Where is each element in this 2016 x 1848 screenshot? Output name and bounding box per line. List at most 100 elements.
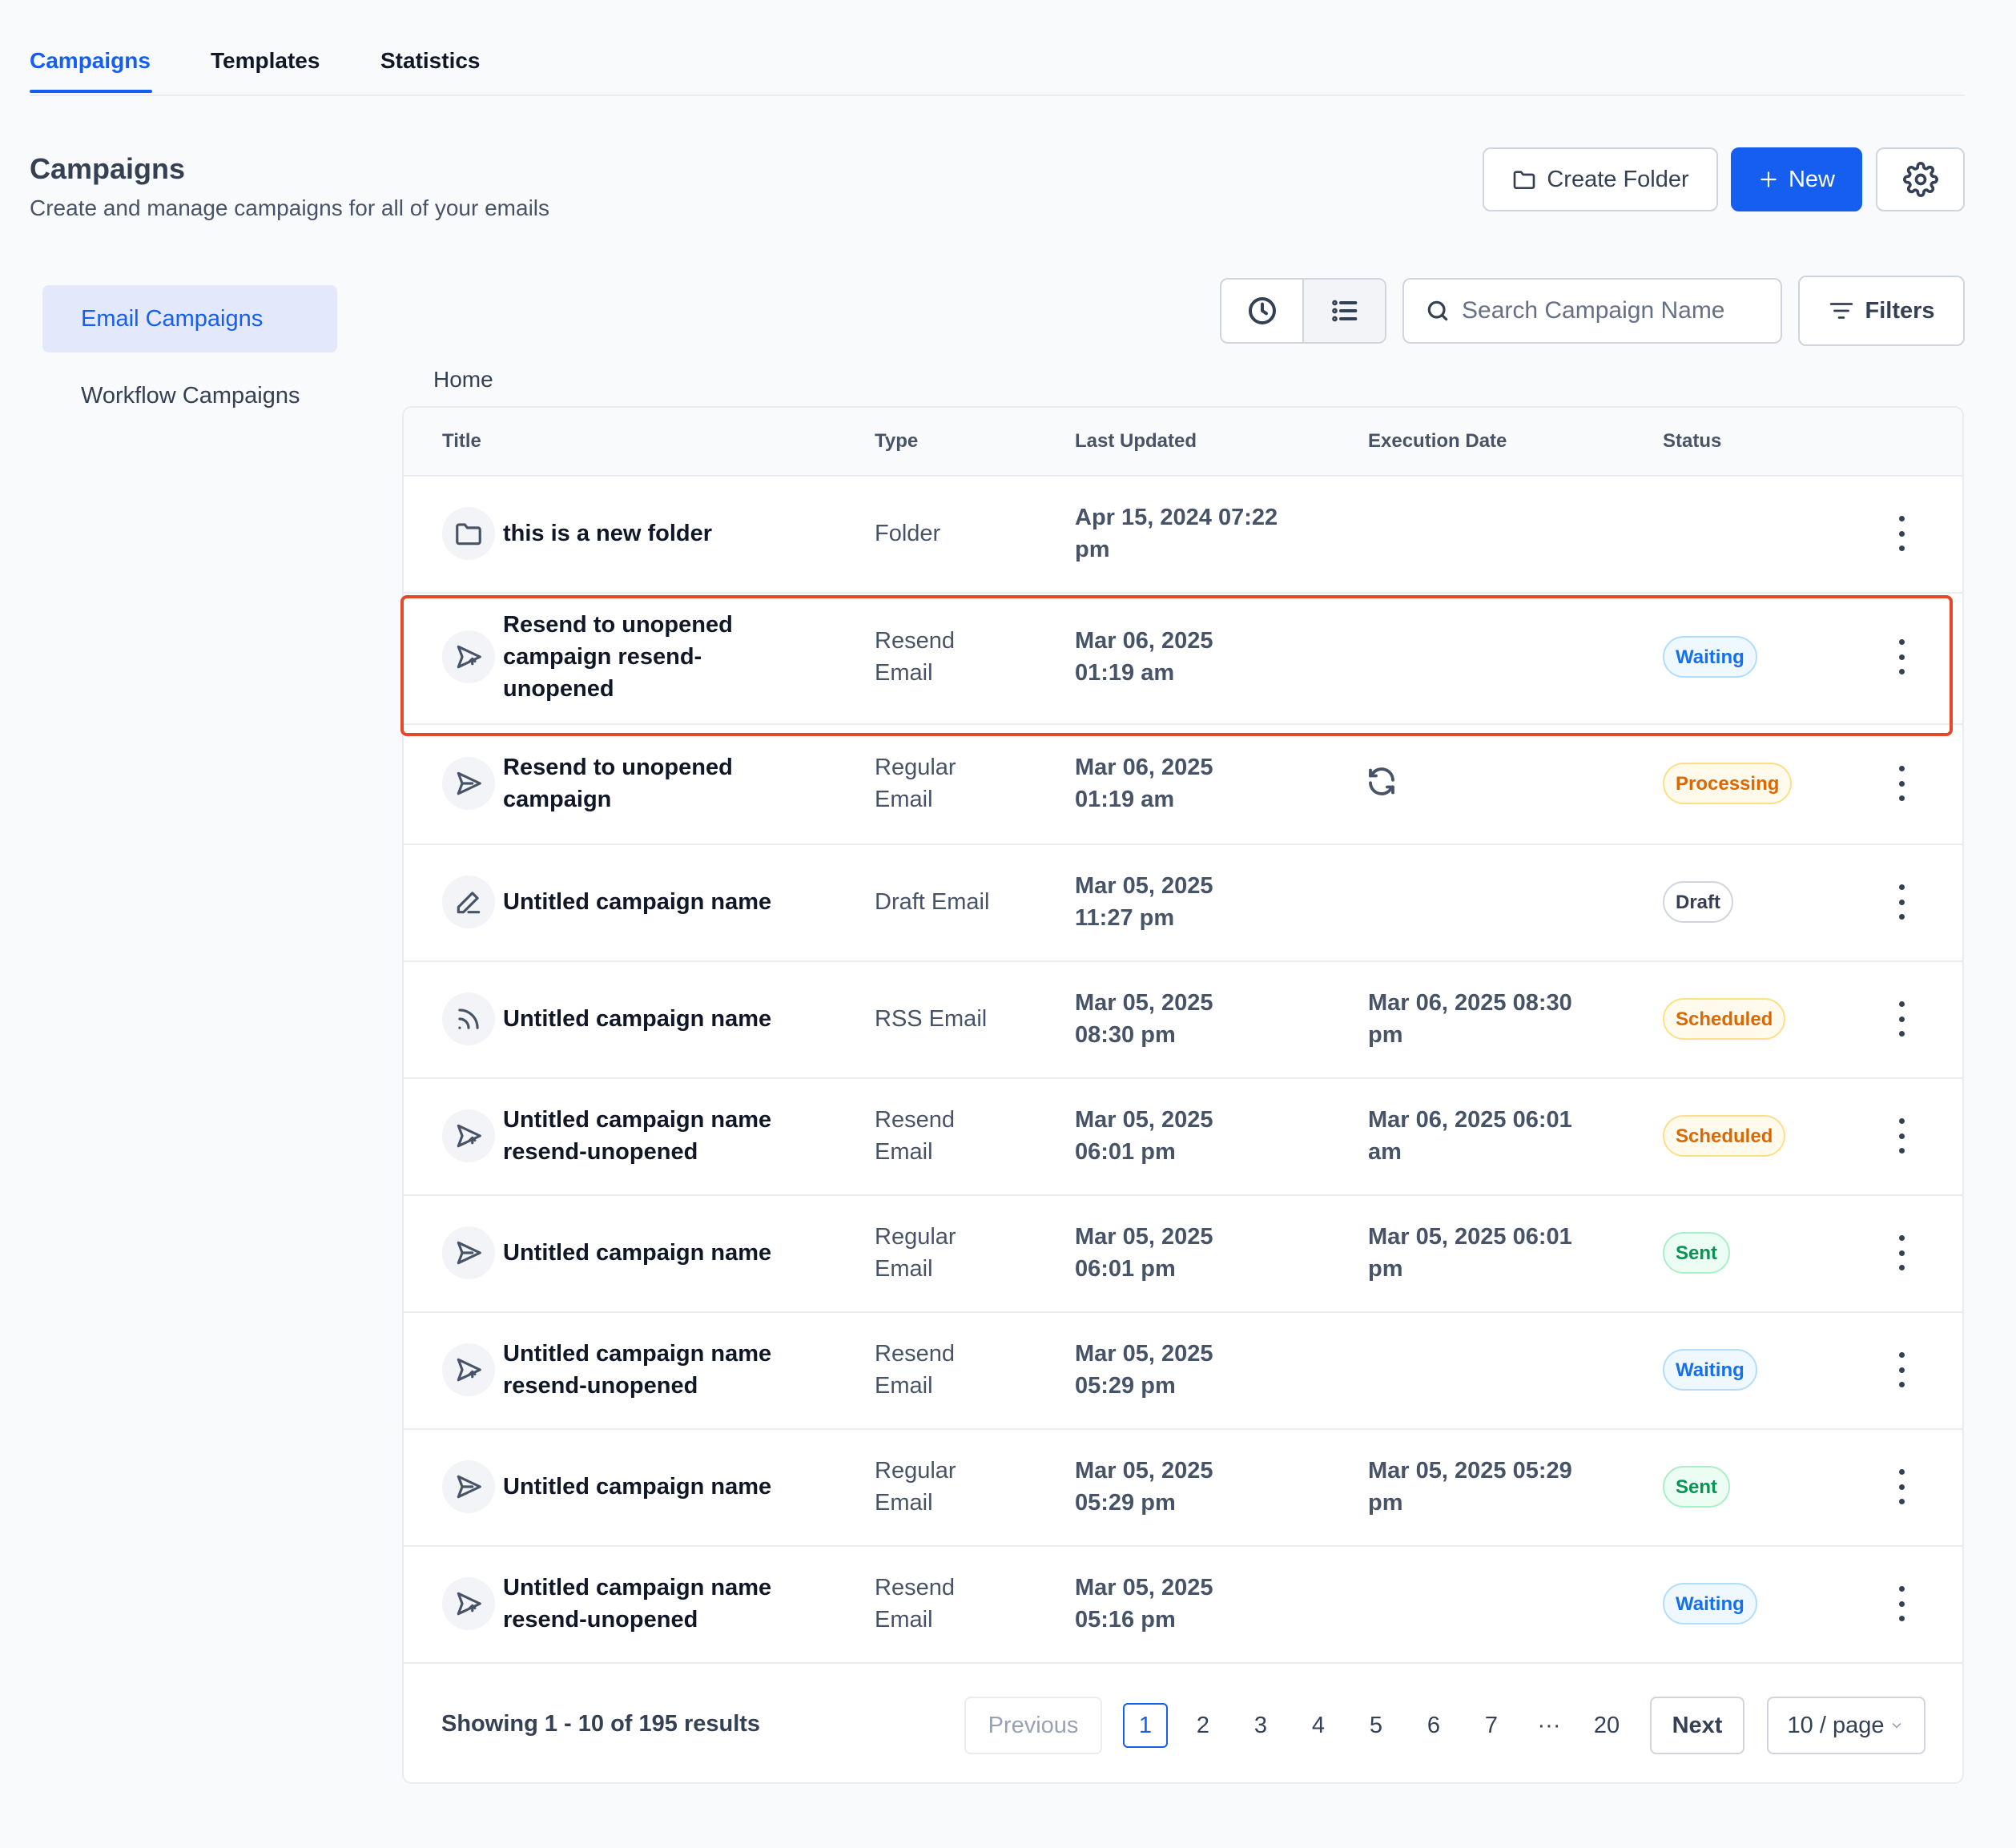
- page-size-select[interactable]: 10 / page: [1767, 1697, 1925, 1754]
- last-updated: Mar 05, 2025 05:16 pm: [1075, 1572, 1339, 1636]
- campaign-type-line: Regular: [875, 1224, 956, 1250]
- campaign-type-line: Regular: [875, 1458, 956, 1484]
- more-options-icon[interactable]: [1892, 639, 1911, 674]
- status-badge: Waiting: [1663, 1583, 1757, 1625]
- campaign-title-line: Resend to unopened: [503, 755, 733, 780]
- campaign-type-line: Resend: [875, 628, 955, 654]
- more-options-icon[interactable]: [1892, 1586, 1911, 1621]
- status-badge: Draft: [1663, 881, 1734, 923]
- campaign-type-line: Email: [875, 1139, 933, 1165]
- column-header-execution-date: Execution Date: [1368, 430, 1507, 452]
- tab-templates[interactable]: Templates: [211, 48, 320, 74]
- last-updated-line: 08:30 pm: [1075, 1022, 1176, 1048]
- table-row[interactable]: Untitled campaign name RSS Email Mar 05, 2…: [404, 960, 1962, 1079]
- tab-statistics[interactable]: Statistics: [380, 48, 481, 74]
- table-row[interactable]: Resend to unopened campaign resend-unopen…: [404, 590, 1962, 725]
- page-number-button[interactable]: 7: [1469, 1703, 1514, 1748]
- next-page-button[interactable]: Next: [1650, 1697, 1744, 1754]
- edit-icon: [442, 876, 495, 928]
- campaign-type-line: Email: [875, 1256, 933, 1282]
- last-updated-line: 05:16 pm: [1075, 1607, 1176, 1633]
- send-icon: [442, 1226, 495, 1279]
- search-input[interactable]: [1460, 296, 1768, 325]
- sidebar-item-email-campaigns[interactable]: Email Campaigns: [42, 285, 337, 352]
- page-number-button[interactable]: 20: [1584, 1703, 1629, 1748]
- campaign-title-line: campaign: [503, 787, 612, 812]
- campaign-type-line: Resend: [875, 1341, 955, 1367]
- clock-icon: [1246, 295, 1278, 327]
- more-options-icon[interactable]: [1892, 1352, 1911, 1387]
- last-updated-line: Mar 05, 2025: [1075, 1107, 1213, 1133]
- create-folder-button[interactable]: Create Folder: [1483, 147, 1718, 211]
- table-row[interactable]: this is a new folder Folder Apr 15, 2024 0…: [404, 475, 1962, 594]
- filters-button[interactable]: Filters: [1798, 276, 1965, 346]
- last-updated-line: Mar 05, 2025: [1075, 873, 1213, 899]
- status-badge: Processing: [1663, 763, 1793, 804]
- campaign-title-line: Untitled campaign name: [503, 1107, 772, 1133]
- table-row[interactable]: Untitled campaign name resend-unopened Res…: [404, 1311, 1962, 1430]
- table-row[interactable]: Resend to unopened campaign Regular Email Ma…: [404, 723, 1962, 845]
- campaign-title-line: Untitled campaign name: [503, 889, 772, 915]
- campaign-type-line: Email: [875, 1607, 933, 1633]
- page-number-button[interactable]: 6: [1411, 1703, 1456, 1748]
- last-updated: Mar 05, 2025 06:01 pm: [1075, 1104, 1339, 1168]
- last-updated: Mar 06, 2025 01:19 am: [1075, 751, 1339, 815]
- sidebar-item-label: Workflow Campaigns: [81, 382, 300, 409]
- table-row[interactable]: Untitled campaign name Regular Email Mar 05…: [404, 1194, 1962, 1313]
- execution-date: Mar 06, 2025 06:01 am: [1368, 1104, 1632, 1168]
- new-button[interactable]: New: [1731, 147, 1862, 211]
- table-row[interactable]: Untitled campaign name resend-unopened Res…: [404, 1545, 1962, 1664]
- settings-button[interactable]: [1876, 147, 1965, 211]
- resend-icon: [442, 1343, 495, 1396]
- campaign-type: Regular Email: [875, 751, 1035, 815]
- last-updated-line: 01:19 am: [1075, 660, 1175, 686]
- page-number-button[interactable]: 4: [1296, 1703, 1341, 1748]
- list-view-button[interactable]: [1302, 280, 1385, 342]
- campaign-type-line: Draft Email: [875, 889, 990, 915]
- campaign-type: Draft Email: [875, 886, 1035, 918]
- campaign-type: Resend Email: [875, 1104, 1035, 1168]
- breadcrumb[interactable]: Home: [433, 367, 493, 393]
- more-options-icon[interactable]: [1892, 1235, 1911, 1270]
- table-row[interactable]: Untitled campaign name Regular Email Mar 05…: [404, 1428, 1962, 1547]
- previous-page-button[interactable]: Previous: [964, 1697, 1102, 1754]
- more-options-icon[interactable]: [1892, 884, 1911, 920]
- plus-icon: [1758, 169, 1779, 190]
- campaign-title-line: resend-unopened: [503, 1607, 698, 1633]
- resend-icon: [442, 630, 495, 683]
- status-cell: Draft: [1663, 881, 1734, 923]
- more-options-icon[interactable]: [1892, 516, 1911, 551]
- sidebar-item-workflow-campaigns[interactable]: Workflow Campaigns: [42, 362, 337, 429]
- more-options-icon[interactable]: [1892, 766, 1911, 801]
- last-updated-line: Apr 15, 2024 07:22: [1075, 505, 1278, 530]
- table-row[interactable]: Untitled campaign name resend-unopened Res…: [404, 1077, 1962, 1196]
- page-number-button[interactable]: 5: [1354, 1703, 1398, 1748]
- campaign-type: RSS Email: [875, 1003, 1035, 1035]
- tab-campaigns[interactable]: Campaigns: [30, 48, 151, 74]
- last-updated: Mar 05, 2025 08:30 pm: [1075, 987, 1339, 1051]
- page-number-button[interactable]: 2: [1181, 1703, 1225, 1748]
- page-number-button[interactable]: 1: [1123, 1703, 1168, 1748]
- campaign-type-line: Email: [875, 1373, 933, 1399]
- page-number-button[interactable]: 3: [1238, 1703, 1283, 1748]
- execution-date-line: Mar 06, 2025 08:30: [1368, 990, 1572, 1016]
- status-cell: Processing: [1663, 763, 1793, 804]
- more-options-icon[interactable]: [1892, 1118, 1911, 1153]
- table-header: Title Type Last Updated Execution Date S…: [404, 408, 1962, 477]
- last-updated: Mar 06, 2025 01:19 am: [1075, 625, 1339, 689]
- table-row[interactable]: Untitled campaign name Draft Email Mar 05,…: [404, 843, 1962, 962]
- campaign-type-line: RSS Email: [875, 1006, 988, 1032]
- execution-date-line: Mar 06, 2025 06:01: [1368, 1107, 1572, 1133]
- send-icon: [442, 757, 495, 810]
- campaign-title: Untitled campaign name resend-unopened: [503, 1572, 807, 1636]
- campaign-type: Resend Email: [875, 625, 1035, 689]
- campaign-title-line: Untitled campaign name: [503, 1341, 772, 1367]
- more-options-icon[interactable]: [1892, 1001, 1911, 1037]
- status-badge: Sent: [1663, 1466, 1731, 1508]
- more-options-icon[interactable]: [1892, 1469, 1911, 1504]
- history-view-button[interactable]: [1221, 280, 1302, 342]
- campaign-title-line: this is a new folder: [503, 521, 713, 546]
- last-updated-line: 06:01 pm: [1075, 1256, 1176, 1282]
- campaign-title-line: resend-unopened: [503, 1139, 698, 1165]
- filters-label: Filters: [1865, 297, 1935, 324]
